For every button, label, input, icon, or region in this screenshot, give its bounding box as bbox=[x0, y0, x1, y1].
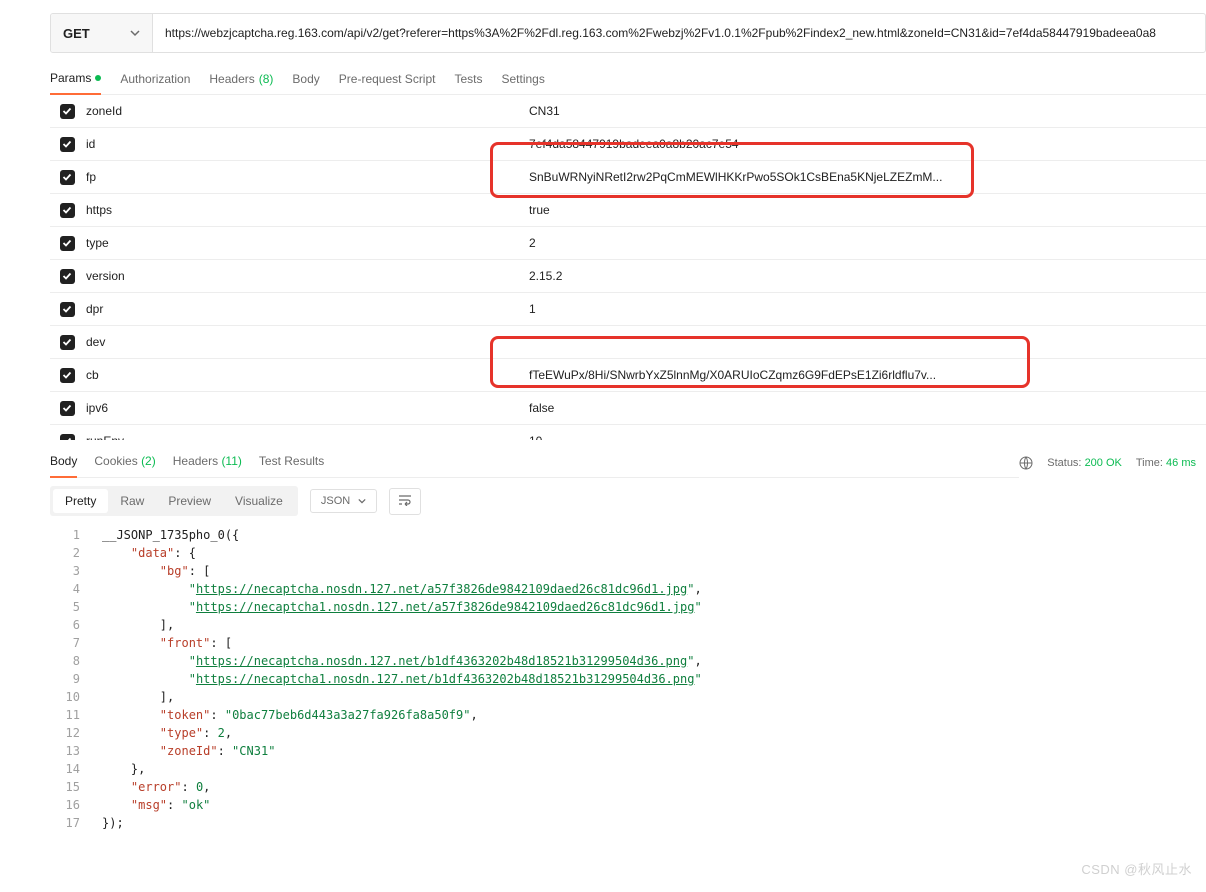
param-row[interactable]: id 7ef4da58447919badeea0a8b20ac7e54 bbox=[50, 128, 1206, 161]
view-mode-buttons: Pretty Raw Preview Visualize bbox=[50, 486, 298, 516]
url-input[interactable]: https://webzjcaptcha.reg.163.com/api/v2/… bbox=[153, 14, 1205, 52]
param-row[interactable]: fp SnBuWRNyiNRetI2rw2PqCmMEWlHKKrPwo5SOk… bbox=[50, 161, 1206, 194]
param-value[interactable]: fTeEWuPx/8Hi/SNwrbYxZ5lnnMg/X0ARUIoCZqmz… bbox=[519, 368, 1206, 382]
response-toolbar: Pretty Raw Preview Visualize JSON bbox=[50, 478, 1206, 524]
param-key[interactable]: type bbox=[84, 236, 519, 250]
param-value[interactable]: SnBuWRNyiNRetI2rw2PqCmMEWlHKKrPwo5SOk1Cs… bbox=[519, 170, 1206, 184]
param-value[interactable]: 10 bbox=[519, 434, 1206, 440]
params-table: zoneId CN31 id 7ef4da58447919badeea0a8b2… bbox=[50, 95, 1206, 440]
param-key[interactable]: dpr bbox=[84, 302, 519, 316]
time-label: Time: 46 ms bbox=[1136, 457, 1196, 469]
resp-tab-headers[interactable]: Headers (11) bbox=[173, 448, 242, 477]
param-row[interactable]: type 2 bbox=[50, 227, 1206, 260]
format-select[interactable]: JSON bbox=[310, 489, 377, 513]
resp-tab-body[interactable]: Body bbox=[50, 448, 77, 478]
param-row[interactable]: ipv6 false bbox=[50, 392, 1206, 425]
param-key[interactable]: version bbox=[84, 269, 519, 283]
resp-tab-cookies[interactable]: Cookies (2) bbox=[94, 448, 155, 477]
checkbox[interactable] bbox=[60, 269, 75, 284]
checkbox[interactable] bbox=[60, 335, 75, 350]
tab-tests[interactable]: Tests bbox=[454, 65, 482, 94]
tab-prerequest[interactable]: Pre-request Script bbox=[339, 65, 436, 94]
param-value[interactable]: true bbox=[519, 203, 1206, 217]
wrap-icon bbox=[398, 494, 412, 506]
tab-settings[interactable]: Settings bbox=[502, 65, 545, 94]
status-label: Status: 200 OK bbox=[1047, 457, 1122, 469]
param-value[interactable]: 2 bbox=[519, 236, 1206, 250]
wrap-lines-button[interactable] bbox=[389, 488, 421, 515]
param-key[interactable]: dev bbox=[84, 335, 519, 349]
resp-tab-testresults[interactable]: Test Results bbox=[259, 448, 324, 477]
param-row[interactable]: zoneId CN31 bbox=[50, 95, 1206, 128]
params-dot-icon bbox=[95, 75, 101, 81]
param-row[interactable]: dev bbox=[50, 326, 1206, 359]
param-key[interactable]: https bbox=[84, 203, 519, 217]
param-value[interactable]: false bbox=[519, 401, 1206, 415]
watermark: CSDN @秋风止水 bbox=[1081, 859, 1192, 878]
method-select[interactable]: GET bbox=[51, 14, 153, 52]
method-label: GET bbox=[63, 26, 90, 41]
checkbox[interactable] bbox=[60, 104, 75, 119]
checkbox[interactable] bbox=[60, 302, 75, 317]
checkbox[interactable] bbox=[60, 137, 75, 152]
param-key[interactable]: id bbox=[84, 137, 519, 151]
param-value[interactable]: 7ef4da58447919badeea0a8b20ac7e54 bbox=[519, 137, 1206, 151]
param-row[interactable]: version 2.15.2 bbox=[50, 260, 1206, 293]
checkbox[interactable] bbox=[60, 434, 75, 441]
param-row[interactable]: runEnv 10 bbox=[50, 425, 1206, 440]
globe-icon[interactable] bbox=[1019, 456, 1033, 470]
param-key[interactable]: cb bbox=[84, 368, 519, 382]
view-visualize[interactable]: Visualize bbox=[223, 489, 295, 513]
param-value[interactable]: CN31 bbox=[519, 104, 1206, 118]
checkbox[interactable] bbox=[60, 203, 75, 218]
tab-params[interactable]: Params bbox=[50, 65, 101, 95]
chevron-down-icon bbox=[130, 28, 140, 38]
url-bar: GET https://webzjcaptcha.reg.163.com/api… bbox=[50, 13, 1206, 53]
param-key[interactable]: fp bbox=[84, 170, 519, 184]
param-value[interactable]: 1 bbox=[519, 302, 1206, 316]
param-value[interactable]: 2.15.2 bbox=[519, 269, 1206, 283]
checkbox[interactable] bbox=[60, 236, 75, 251]
view-pretty[interactable]: Pretty bbox=[53, 489, 108, 513]
param-row[interactable]: https true bbox=[50, 194, 1206, 227]
tab-headers[interactable]: Headers (8) bbox=[209, 65, 273, 94]
param-row[interactable]: dpr 1 bbox=[50, 293, 1206, 326]
view-preview[interactable]: Preview bbox=[156, 489, 223, 513]
chevron-down-icon bbox=[358, 497, 366, 505]
tab-body[interactable]: Body bbox=[292, 65, 319, 94]
view-raw[interactable]: Raw bbox=[108, 489, 156, 513]
param-key[interactable]: ipv6 bbox=[84, 401, 519, 415]
checkbox[interactable] bbox=[60, 368, 75, 383]
param-key[interactable]: zoneId bbox=[84, 104, 519, 118]
request-tabs: Params Authorization Headers (8) Body Pr… bbox=[50, 65, 1206, 95]
response-body[interactable]: 1__JSONP_1735pho_0({ 2 "data": { 3 "bg":… bbox=[50, 524, 1206, 832]
param-row[interactable]: cb fTeEWuPx/8Hi/SNwrbYxZ5lnnMg/X0ARUIoCZ… bbox=[50, 359, 1206, 392]
checkbox[interactable] bbox=[60, 170, 75, 185]
param-key[interactable]: runEnv bbox=[84, 434, 519, 440]
response-header: Body Cookies (2) Headers (11) Test Resul… bbox=[50, 440, 1206, 478]
checkbox[interactable] bbox=[60, 401, 75, 416]
tab-authorization[interactable]: Authorization bbox=[120, 65, 190, 94]
